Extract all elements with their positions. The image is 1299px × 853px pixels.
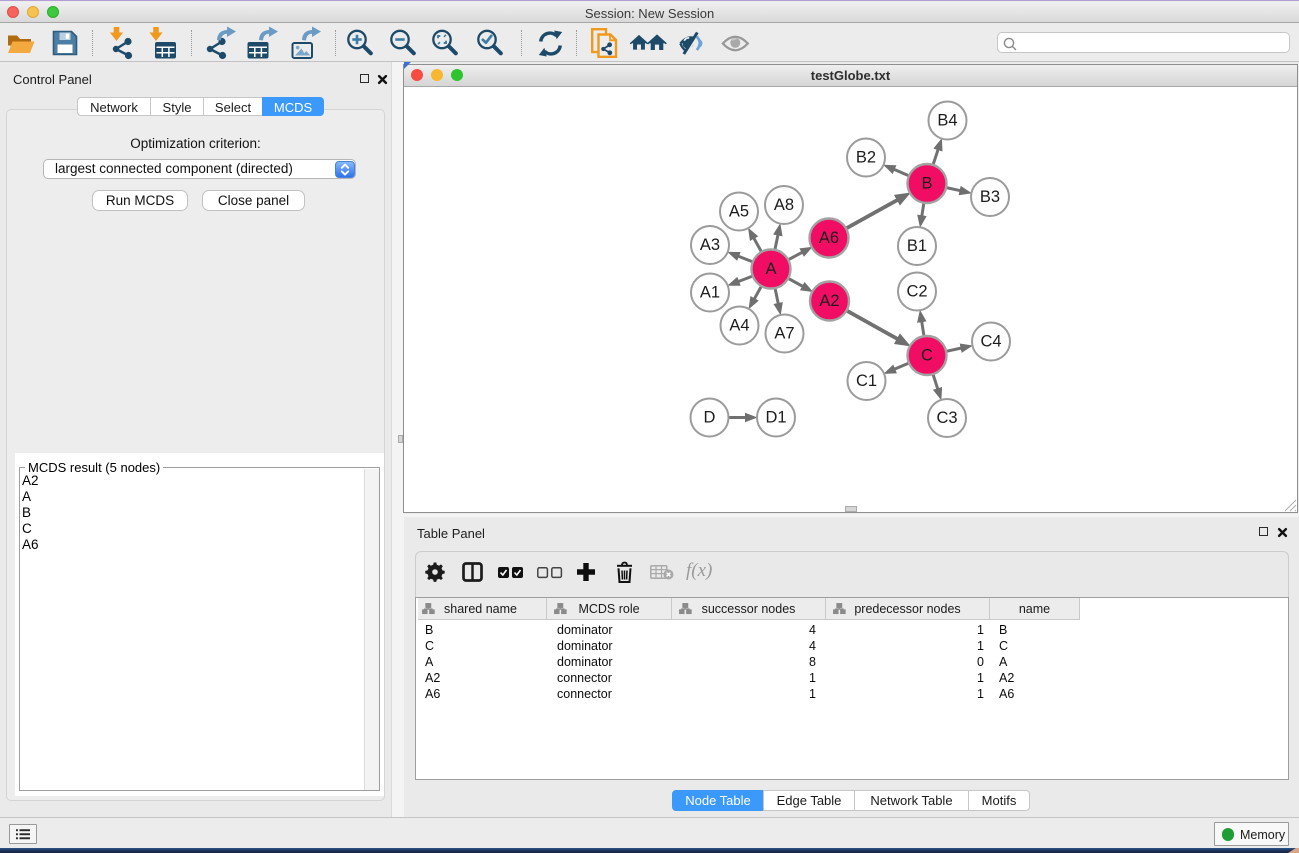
svg-text:C: C [921,347,933,365]
svg-text:A4: A4 [729,317,749,335]
svg-text:C1: C1 [856,372,877,390]
svg-text:D1: D1 [765,409,786,427]
svg-text:A: A [765,260,776,278]
svg-text:A3: A3 [700,236,720,254]
svg-text:C2: C2 [906,283,927,301]
svg-text:B4: B4 [937,112,957,130]
svg-text:A5: A5 [729,203,749,221]
svg-text:B: B [921,175,932,193]
svg-text:C4: C4 [980,333,1001,351]
svg-text:B2: B2 [856,149,876,167]
svg-text:A2: A2 [819,292,839,310]
svg-text:D: D [704,409,716,427]
svg-text:A7: A7 [774,325,794,343]
svg-text:C3: C3 [936,409,957,427]
svg-text:A1: A1 [700,284,720,302]
svg-text:A6: A6 [819,229,839,247]
svg-text:B3: B3 [980,188,1000,206]
svg-text:A8: A8 [774,196,794,214]
svg-text:B1: B1 [907,237,927,255]
